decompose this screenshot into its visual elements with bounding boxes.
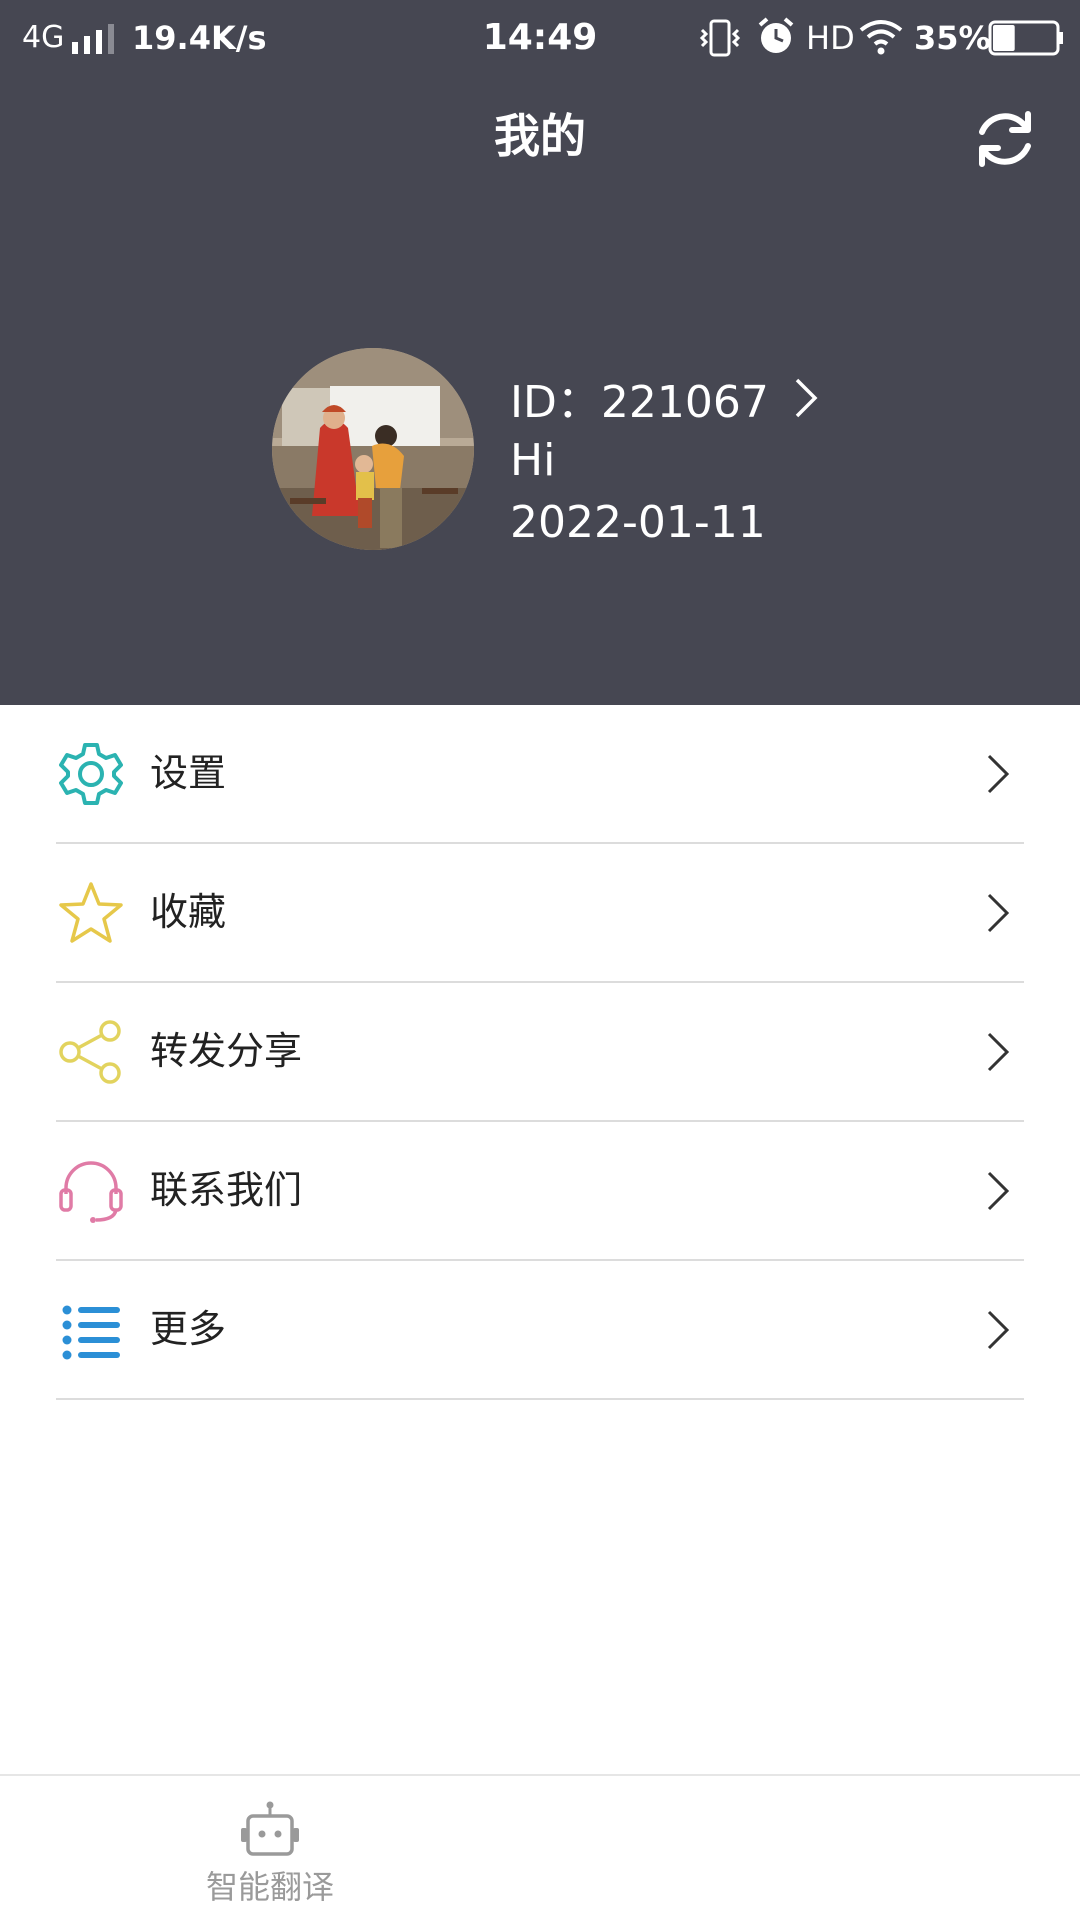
- star-icon: [59, 882, 123, 943]
- menu-item-label: 联系我们: [150, 1168, 303, 1212]
- chevron-right-icon: [987, 1310, 1010, 1350]
- menu-item-contact[interactable]: 联系我们: [56, 1122, 1024, 1261]
- menu-item-label: 更多: [150, 1307, 227, 1351]
- list-icon: [62, 1305, 120, 1360]
- wifi-icon: [859, 20, 903, 55]
- share-icon: [59, 1020, 121, 1084]
- menu-item-settings[interactable]: 设置: [56, 705, 1024, 844]
- chevron-right-icon: [987, 893, 1010, 933]
- menu-item-label: 设置: [150, 751, 227, 795]
- battery-icon: [988, 20, 1063, 56]
- robot-icon: [241, 1801, 299, 1856]
- tab-label: 智能翻译: [205, 1868, 334, 1906]
- menu-item-share[interactable]: 转发分享: [56, 983, 1024, 1122]
- profile-id-row[interactable]: ID：221067: [510, 366, 821, 430]
- greeting-text: Hi: [510, 435, 556, 486]
- headset-icon: [59, 1161, 123, 1223]
- page-title: 我的: [494, 109, 586, 163]
- refresh-icon[interactable]: [970, 104, 1040, 174]
- hd-indicator: HD: [806, 19, 855, 57]
- chevron-right-icon: [987, 1171, 1010, 1211]
- menu-item-label: 收藏: [150, 890, 227, 934]
- join-date: 2022-01-11: [510, 497, 766, 548]
- menu-item-more[interactable]: 更多: [56, 1261, 1024, 1400]
- bottom-nav: 智能翻译: [0, 1774, 1080, 1920]
- alarm-icon: [758, 17, 794, 53]
- tab-translate[interactable]: 智能翻译: [190, 1800, 350, 1910]
- vibrate-icon: [699, 19, 741, 57]
- menu-item-label: 转发分享: [150, 1029, 303, 1073]
- status-bar: 4G 19.4K/s 14:49 HD 35%: [0, 0, 1080, 76]
- menu-list: 设置 收藏 转发分享 联系我们 更多: [0, 705, 1080, 1400]
- menu-item-favorites[interactable]: 收藏: [56, 844, 1024, 983]
- battery-percent: 35%: [914, 19, 991, 57]
- chevron-right-icon: [987, 1032, 1010, 1072]
- user-id: ID：221067: [510, 377, 769, 428]
- profile-page: 4G 19.4K/s 14:49 HD 35% 我的 ID：221067 Hi …: [0, 0, 1080, 1920]
- chevron-right-icon: [795, 378, 818, 418]
- gear-icon: [59, 743, 123, 805]
- avatar[interactable]: [272, 348, 474, 550]
- profile-info: ID：221067 Hi 2022-01-11: [510, 366, 821, 554]
- profile-header: 4G 19.4K/s 14:49 HD 35% 我的 ID：221067 Hi …: [0, 0, 1080, 705]
- chevron-right-icon: [987, 754, 1010, 794]
